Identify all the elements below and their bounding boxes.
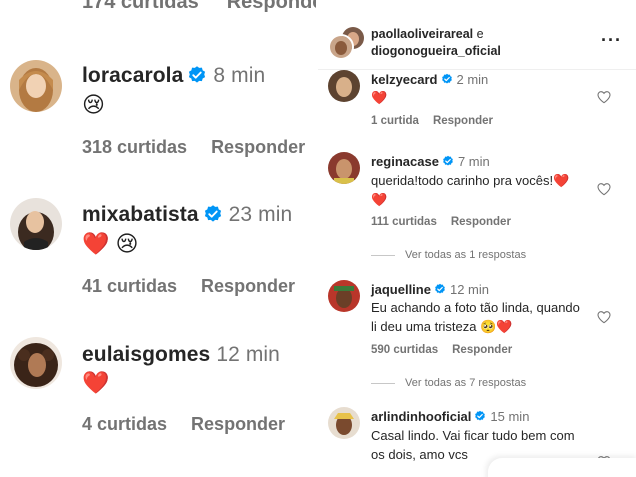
comment-time: 8 min (213, 64, 266, 87)
username-link[interactable]: mixabatista (82, 203, 199, 226)
verified-icon (189, 66, 206, 83)
avatar[interactable] (10, 198, 62, 250)
comment-text: querida!todo carinho pra vocês!❤️ ❤️ (371, 173, 570, 207)
username-link[interactable]: reginacase (371, 154, 439, 169)
username-link[interactable]: arlindinhooficial (371, 409, 471, 424)
avatar[interactable] (328, 70, 360, 102)
author-link[interactable]: diogonogueira_oficial (371, 44, 501, 58)
username[interactable]: mixabatista 23 min (82, 203, 292, 227)
comment-time: 2 min (456, 72, 489, 87)
verified-icon (441, 73, 452, 84)
likes-count[interactable]: 318 curtidas (82, 137, 187, 157)
reply-button[interactable]: Responder (452, 344, 512, 356)
comment-meta: 1 curtida Responder (371, 115, 493, 127)
divider (371, 382, 395, 384)
author-link[interactable]: paollaoliveirareal (371, 27, 473, 41)
divider (371, 254, 395, 256)
post-authors: paollaoliveirareal e diogonogueira_ofici… (371, 26, 501, 60)
comment-meta: 318 curtidas Responder (82, 137, 305, 158)
reply-button[interactable]: Responder (201, 276, 295, 296)
comment-time: 12 min (449, 282, 489, 297)
bottom-overlay (488, 458, 636, 477)
comment-meta: 4 curtidas Responder (82, 414, 285, 435)
verified-icon (475, 410, 486, 421)
like-heart-icon[interactable] (596, 309, 612, 325)
comment-meta: 111 curtidas Responder (371, 216, 511, 228)
avatar[interactable] (328, 34, 354, 60)
username[interactable]: jaquelline 12 min (371, 282, 489, 297)
avatar[interactable] (10, 337, 62, 389)
verified-icon (435, 283, 445, 294)
cut-comment-meta: 174 curtidas Responder (82, 0, 316, 14)
like-heart-icon[interactable] (596, 89, 612, 105)
like-heart-icon[interactable] (596, 181, 612, 197)
comment-text: 😢 (82, 92, 105, 117)
reply-button[interactable]: Responder (451, 216, 511, 228)
comment-time: 15 min (490, 409, 530, 424)
left-comments-panel: 174 curtidasResponder loracarola8 min 😢 … (0, 0, 316, 477)
comment-time: 23 min (228, 203, 293, 226)
view-replies-label[interactable]: Ver todas as 1 respostas (405, 249, 526, 261)
comment-text: ❤️ (371, 90, 388, 105)
username[interactable]: kelzyecard 2 min (371, 72, 488, 87)
author-conjunction: e (476, 27, 484, 41)
reply-button[interactable]: Responder (211, 137, 305, 157)
likes-count: 174 curtidas (82, 0, 199, 13)
reply-button[interactable]: Responder (227, 0, 316, 13)
verified-icon (204, 205, 221, 222)
comment-time: 7 min (457, 154, 490, 169)
reply-button[interactable]: Responder (191, 414, 285, 434)
likes-count[interactable]: 41 curtidas (82, 276, 177, 296)
username[interactable]: eulaisgomes 12 min (82, 343, 280, 367)
avatar[interactable] (328, 407, 360, 439)
view-replies-button[interactable]: Ver todas as 7 respostas (371, 377, 526, 389)
view-replies-button[interactable]: Ver todas as 1 respostas (371, 249, 526, 261)
username[interactable]: loracarola 8 min (82, 64, 265, 88)
reply-button[interactable]: Responder (433, 115, 493, 127)
comment-meta: 41 curtidas Responder (82, 276, 295, 297)
likes-count[interactable]: 111 curtidas (371, 216, 437, 228)
avatar[interactable] (328, 280, 360, 312)
username[interactable]: reginacase 7 min (371, 154, 490, 169)
likes-count[interactable]: 4 curtidas (82, 414, 167, 434)
likes-count[interactable]: 590 curtidas (371, 344, 438, 356)
avatar[interactable] (328, 152, 360, 184)
username-link[interactable]: loracarola (82, 64, 183, 87)
likes-count[interactable]: 1 curtida (371, 115, 419, 127)
comment-time: 12 min (216, 343, 280, 366)
username[interactable]: arlindinhooficial 15 min (371, 409, 529, 424)
verified-icon (443, 155, 453, 166)
comment-text: Eu achando a foto tão linda, quando li d… (371, 300, 580, 334)
more-options-icon[interactable]: ··· (601, 30, 622, 51)
view-replies-label[interactable]: Ver todas as 7 respostas (405, 377, 526, 389)
comment-meta: 590 curtidas Responder (371, 344, 512, 356)
comment-text: ❤️ 😢 (82, 231, 139, 256)
right-comments-panel: paollaoliveirareal e diogonogueira_ofici… (318, 0, 636, 477)
avatar[interactable] (10, 60, 62, 112)
comment-text: ❤️ (82, 370, 110, 395)
post-header: paollaoliveirareal e diogonogueira_ofici… (318, 0, 636, 70)
username-link[interactable]: kelzyecard (371, 72, 438, 87)
username-link[interactable]: jaquelline (371, 282, 431, 297)
username-link[interactable]: eulaisgomes (82, 343, 210, 366)
